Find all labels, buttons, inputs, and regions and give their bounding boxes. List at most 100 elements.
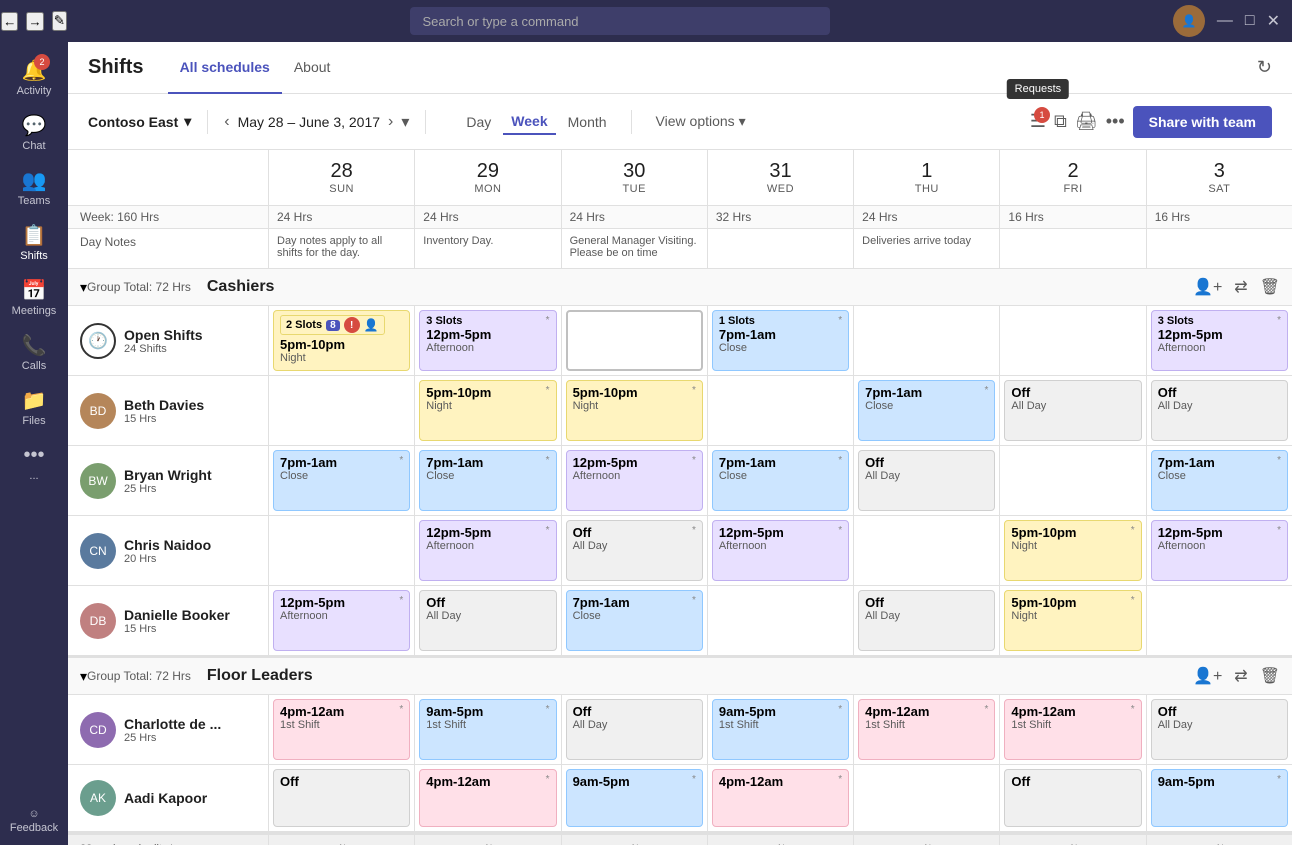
sidebar-item-activity[interactable]: 🔔 2 Activity — [0, 50, 68, 105]
beth-shift-3[interactable] — [707, 376, 853, 445]
sidebar-item-teams[interactable]: 👥 Teams — [0, 160, 68, 215]
charlotte-block-2: Off All Day — [566, 699, 703, 760]
danielle-shift-4[interactable]: Off All Day — [853, 586, 999, 655]
danielle-shift-5[interactable]: * 5pm-10pm Night — [999, 586, 1145, 655]
aadi-shift-4[interactable] — [853, 765, 999, 831]
sidebar-item-calls[interactable]: 📞 Calls — [0, 325, 68, 380]
next-week-button[interactable]: › — [388, 113, 393, 131]
open-shift-cell-0[interactable]: 2 Slots 8 ! 👤 5pm-10pm Night — [268, 306, 414, 375]
teams-icon: 👥 — [22, 168, 46, 192]
group-selector[interactable]: Contoso East ▾ — [88, 113, 191, 130]
nav-back-button[interactable]: ← — [1, 12, 18, 31]
beth-shift-1[interactable]: * 5pm-10pm Night — [414, 376, 560, 445]
beth-shift-0[interactable] — [268, 376, 414, 445]
open-shift-cell-3[interactable]: * 1 Slots 7pm-1am Close — [707, 306, 853, 375]
charlotte-shift-2[interactable]: Off All Day — [561, 695, 707, 764]
aadi-shift-2[interactable]: * 9am-5pm — [561, 765, 707, 831]
danielle-shift-1[interactable]: Off All Day — [414, 586, 560, 655]
more-options-button[interactable]: ••• — [1106, 111, 1125, 132]
calendar-container[interactable]: 28 SUN 29 MON 30 TUE 31 WED 1 THU — [68, 150, 1292, 845]
copy-button[interactable]: ⧉ — [1054, 111, 1067, 132]
nav-forward-button[interactable]: → — [26, 12, 43, 31]
bryan-shift-4[interactable]: Off All Day — [853, 446, 999, 515]
cashiers-add-member-button[interactable]: 👤+ — [1193, 277, 1222, 297]
view-day-button[interactable]: Day — [458, 110, 499, 134]
date-picker-button[interactable]: ▾ — [401, 112, 409, 132]
open-shift-cell-6[interactable]: * 3 Slots 12pm-5pm Afternoon — [1146, 306, 1292, 375]
aadi-shift-5[interactable]: Off — [999, 765, 1145, 831]
floor-leaders-delete-button[interactable]: 🗑 — [1260, 666, 1280, 686]
bryan-shift-5[interactable] — [999, 446, 1145, 515]
view-week-button[interactable]: Week — [503, 109, 555, 135]
bryan-shift-0[interactable]: * 7pm-1am Close — [268, 446, 414, 515]
sidebar-item-chat[interactable]: 💬 Chat — [0, 105, 68, 160]
beth-shift-2[interactable]: * 5pm-10pm Night — [561, 376, 707, 445]
danielle-shift-2[interactable]: * 7pm-1am Close — [561, 586, 707, 655]
tab-all-schedules[interactable]: All schedules — [168, 42, 282, 94]
beth-shift-6[interactable]: Off All Day — [1146, 376, 1292, 445]
chris-shift-4[interactable] — [853, 516, 999, 585]
beth-block-1: * 5pm-10pm Night — [419, 380, 556, 441]
maximize-button[interactable]: □ — [1245, 12, 1255, 30]
charlotte-shift-4[interactable]: * 4pm-12am 1st Shift — [853, 695, 999, 764]
minimize-button[interactable]: — — [1217, 12, 1233, 30]
charlotte-shift-0[interactable]: * 4pm-12am 1st Shift — [268, 695, 414, 764]
chris-shift-6[interactable]: * 12pm-5pm Afternoon — [1146, 516, 1292, 585]
prev-week-button[interactable]: ‹ — [224, 113, 229, 131]
charlotte-shift-1[interactable]: * 9am-5pm 1st Shift — [414, 695, 560, 764]
close-button[interactable]: ✕ — [1267, 11, 1280, 31]
bryan-shift-3[interactable]: * 7pm-1am Close — [707, 446, 853, 515]
view-month-button[interactable]: Month — [560, 110, 615, 134]
charlotte-shift-5[interactable]: * 4pm-12am 1st Shift — [999, 695, 1145, 764]
beth-shift-4[interactable]: * 7pm-1am Close — [853, 376, 999, 445]
cashiers-move-button[interactable]: ⇄ — [1234, 277, 1247, 297]
sidebar-item-more[interactable]: ••• ... — [0, 435, 68, 490]
day-number-3: 3 — [1151, 160, 1288, 183]
day-notes-4: Deliveries arrive today — [853, 229, 999, 268]
print-button[interactable]: 🖨 — [1075, 111, 1098, 132]
bryan-shift-6[interactable]: * 7pm-1am Close — [1146, 446, 1292, 515]
view-options-button[interactable]: View options ▾ — [648, 109, 754, 134]
cashiers-delete-button[interactable]: 🗑 — [1260, 277, 1280, 297]
requests-button[interactable]: ☰ 1 — [1030, 111, 1046, 132]
chris-shift-3[interactable]: * 12pm-5pm Afternoon — [707, 516, 853, 585]
chris-shift-1[interactable]: * 12pm-5pm Afternoon — [414, 516, 560, 585]
share-button[interactable]: Share with team — [1133, 106, 1272, 138]
charlotte-block-6: Off All Day — [1151, 699, 1288, 760]
danielle-shift-0[interactable]: * 12pm-5pm Afternoon — [268, 586, 414, 655]
feedback-bar[interactable]: ☺ Feedback — [0, 797, 68, 845]
search-input[interactable] — [410, 7, 830, 35]
sidebar-item-files[interactable]: 📁 Files — [0, 380, 68, 435]
open-shift-block-2 — [566, 310, 703, 371]
sidebar-item-meetings[interactable]: 📅 Meetings — [0, 270, 68, 325]
floor-leaders-move-button[interactable]: ⇄ — [1234, 666, 1247, 686]
chris-shift-5[interactable]: * 5pm-10pm Night — [999, 516, 1145, 585]
cashiers-collapse-button[interactable]: ▾ — [80, 279, 87, 296]
aadi-shift-1[interactable]: * 4pm-12am — [414, 765, 560, 831]
aadi-shift-3[interactable]: * 4pm-12am — [707, 765, 853, 831]
bryan-shift-1[interactable]: * 7pm-1am Close — [414, 446, 560, 515]
danielle-shift-3[interactable] — [707, 586, 853, 655]
sidebar-item-shifts[interactable]: 📋 Shifts — [0, 215, 68, 270]
edit-icon[interactable]: ✎ — [52, 11, 67, 31]
beth-shift-5[interactable]: Off All Day — [999, 376, 1145, 445]
open-shift-cell-2[interactable] — [561, 306, 707, 375]
main-content: Shifts All schedules About ↻ Contoso Eas… — [68, 42, 1292, 845]
open-shift-block-6: * 3 Slots 12pm-5pm Afternoon — [1151, 310, 1288, 371]
aadi-shift-6[interactable]: * 9am-5pm — [1146, 765, 1292, 831]
chris-shift-2[interactable]: * Off All Day — [561, 516, 707, 585]
danielle-shift-6[interactable] — [1146, 586, 1292, 655]
open-shift-cell-5[interactable] — [999, 306, 1145, 375]
charlotte-shift-6[interactable]: Off All Day — [1146, 695, 1292, 764]
open-shift-cell-1[interactable]: * 3 Slots 12pm-5pm Afternoon — [414, 306, 560, 375]
aadi-shift-0[interactable]: Off — [268, 765, 414, 831]
chris-shift-0[interactable] — [268, 516, 414, 585]
charlotte-shift-3[interactable]: * 9am-5pm 1st Shift — [707, 695, 853, 764]
floor-leaders-collapse-button[interactable]: ▾ — [80, 668, 87, 685]
open-shift-cell-4[interactable] — [853, 306, 999, 375]
bryan-shift-2[interactable]: * 12pm-5pm Afternoon — [561, 446, 707, 515]
employee-name-aadi: Aadi Kapoor — [124, 790, 207, 806]
tab-about[interactable]: About — [282, 42, 343, 94]
refresh-button[interactable]: ↻ — [1257, 57, 1272, 78]
floor-leaders-add-member-button[interactable]: 👤+ — [1193, 666, 1222, 686]
